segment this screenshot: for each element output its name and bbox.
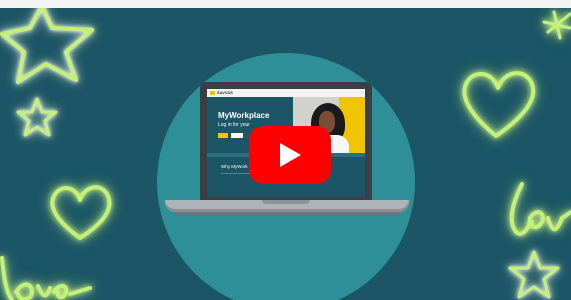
screen-logo-text: SAVVAS	[217, 90, 233, 95]
star-large-icon	[0, 8, 94, 84]
video-thumbnail: SAVVAS MyWorkplace Log in for your Why M…	[0, 0, 571, 300]
screen-secondary-button	[231, 133, 243, 138]
screen-login-button	[218, 133, 228, 138]
play-button[interactable]	[249, 126, 331, 184]
screen-section-heading: Why MyWork	[221, 164, 248, 169]
love-script-right-icon	[509, 182, 571, 236]
star-bottom-right-icon	[508, 250, 560, 299]
play-icon	[280, 143, 301, 167]
heart-left-icon	[50, 185, 112, 240]
laptop-foot	[175, 212, 399, 215]
screen-subtitle: Log in for your	[218, 122, 250, 128]
top-strip	[0, 0, 571, 8]
love-script-left-icon	[0, 256, 92, 300]
screen-title: MyWorkplace	[218, 111, 270, 120]
screen-logo-icon	[210, 91, 215, 95]
star-small-icon	[16, 97, 58, 137]
sparkle-icon	[542, 10, 571, 40]
laptop-notch	[262, 200, 310, 204]
heart-right-icon	[462, 71, 536, 138]
